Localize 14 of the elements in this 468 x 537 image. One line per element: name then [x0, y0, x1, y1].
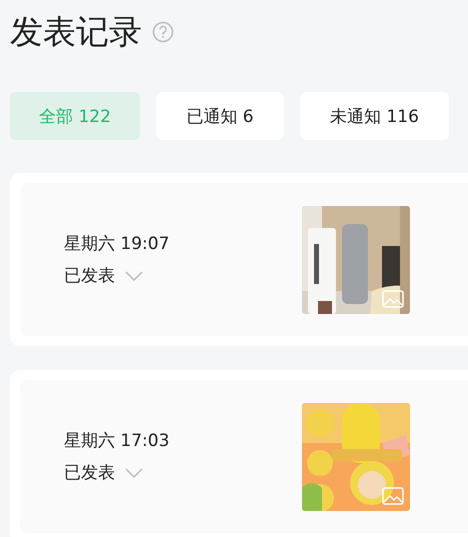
filter-tab[interactable]: 未通知 116: [300, 92, 449, 140]
post-status: 已发表: [64, 264, 115, 288]
post-time: 星期六 19:07: [64, 232, 170, 256]
post-status: 已发表: [64, 462, 115, 484]
filter-tab[interactable]: 已通知 6: [156, 92, 284, 140]
help-icon[interactable]: [152, 21, 174, 43]
page-title: 发表记录: [10, 12, 142, 52]
image-icon: [382, 486, 404, 504]
post-time: 星期六 17:03: [64, 430, 170, 452]
post-card[interactable]: 星期六 19:07 已发表: [10, 173, 468, 346]
image-icon: [382, 290, 404, 308]
chevron-down-icon[interactable]: [125, 468, 143, 478]
post-card[interactable]: 星期六 17:03 已发表: [10, 370, 468, 537]
chevron-down-icon[interactable]: [125, 270, 143, 280]
